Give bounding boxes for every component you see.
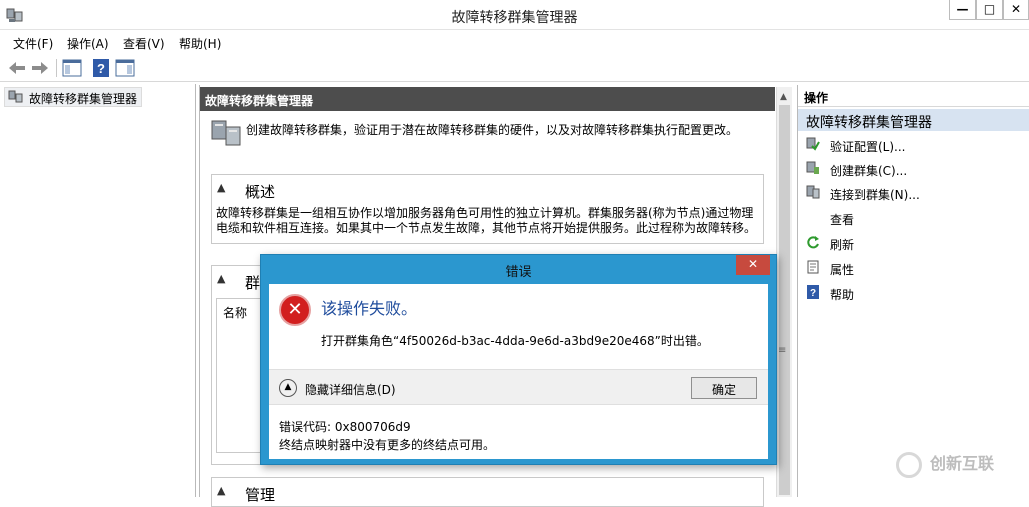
menu-file[interactable]: 文件(F): [13, 35, 53, 52]
minimize-icon: —: [956, 2, 969, 16]
overview-label: 概述: [245, 183, 276, 201]
svg-text:?: ?: [97, 61, 105, 76]
overview-section: ▲ 概述 故障转移群集是一组相互协作以增加服务器角色可用性的独立计算机。群集服务…: [211, 174, 764, 244]
hide-details-toggle[interactable]: 隐藏详细信息(D): [305, 381, 396, 398]
toolbar: ?: [0, 54, 1029, 82]
actions-header: 操作: [798, 85, 1029, 107]
overview-header[interactable]: ▲ 概述: [212, 175, 763, 203]
menu-action[interactable]: 操作(A): [67, 35, 109, 52]
intro-text: 创建故障转移群集，验证用于潜在故障转移群集的硬件，以及对故障转移群集执行配置更改…: [246, 123, 739, 137]
maximize-button[interactable]: □: [976, 0, 1003, 20]
error-code: 错误代码: 0x800706d9: [279, 420, 411, 434]
error-icon: ✕: [279, 294, 311, 326]
back-arrow-icon[interactable]: [6, 57, 28, 79]
error-description: 终结点映射器中没有更多的终结点可用。: [279, 438, 496, 452]
watermark-text: 创新互联: [930, 454, 995, 473]
cluster-manager-icon: [8, 90, 23, 103]
manage-section: ▲ 管理: [211, 477, 764, 507]
action-validate[interactable]: 验证配置(L)...: [830, 138, 906, 155]
properties-icon: [807, 260, 819, 274]
connect-cluster-icon: [806, 185, 820, 199]
help-icon[interactable]: ?: [90, 57, 112, 79]
cluster-server-icon: [211, 120, 241, 146]
error-dialog: 错误 ✕ ✕ 该操作失败。 打开群集角色“4f50026d-b3ac-4dda-…: [260, 254, 777, 465]
collapse-chevron-icon[interactable]: ▲: [217, 181, 225, 194]
ok-button[interactable]: 确定: [691, 377, 757, 399]
action-properties[interactable]: 属性: [830, 261, 854, 278]
menu-bar: 文件(F) 操作(A) 查看(V) 帮助(H): [0, 31, 1029, 53]
tree-item-cluster-manager[interactable]: 故障转移群集管理器: [4, 87, 143, 107]
minimize-button[interactable]: —: [949, 0, 976, 20]
close-button[interactable]: ✕: [1003, 0, 1029, 20]
center-header: 故障转移群集管理器: [200, 87, 775, 111]
dialog-close-button[interactable]: ✕: [736, 255, 770, 275]
maximize-icon: □: [983, 2, 996, 16]
scroll-up-icon[interactable]: ▲: [780, 92, 787, 102]
scroll-thumb[interactable]: [779, 105, 790, 495]
watermark-logo-icon: [896, 452, 922, 478]
overview-text: 故障转移群集是一组相互协作以增加服务器角色可用性的独立计算机。群集服务器(称为节…: [216, 206, 757, 235]
console-tree-icon[interactable]: [61, 57, 83, 79]
action-connect-cluster[interactable]: 连接到群集(N)...: [830, 186, 920, 203]
tree-item-label: 故障转移群集管理器: [29, 92, 138, 106]
validate-icon: [806, 137, 820, 151]
console-tree: 故障转移群集管理器: [0, 84, 196, 497]
actions-subheader[interactable]: 故障转移群集管理器: [798, 109, 1029, 131]
title-bar: 故障转移群集管理器 — □ ✕: [0, 0, 1029, 30]
collapse-chevron-icon[interactable]: ▲: [217, 484, 225, 497]
dialog-title: 错误: [505, 265, 532, 280]
main-window: 故障转移群集管理器 — □ ✕ 文件(F) 操作(A) 查看(V) 帮助(H) …: [0, 0, 1029, 507]
chevron-up-icon[interactable]: ▲: [279, 379, 297, 397]
forward-arrow-icon[interactable]: [29, 57, 51, 79]
manage-label: 管理: [245, 486, 276, 504]
action-refresh[interactable]: 刷新: [830, 236, 854, 253]
dialog-body: ✕ 该操作失败。 打开群集角色“4f50026d-b3ac-4dda-9e6d-…: [269, 284, 768, 459]
action-help[interactable]: 帮助: [830, 286, 854, 303]
center-scrollbar[interactable]: ▲ ≡: [776, 87, 792, 497]
clusters-label: 群: [245, 274, 261, 292]
error-main-message: 该操作失败。: [321, 299, 418, 318]
scroll-grip-icon: ≡: [778, 345, 787, 356]
collapse-chevron-icon[interactable]: ▲: [217, 272, 225, 285]
create-cluster-icon: [806, 161, 819, 174]
action-create-cluster[interactable]: 创建群集(C)...: [830, 162, 907, 179]
refresh-icon: [807, 236, 819, 249]
dialog-button-bar: ▲ 隐藏详细信息(D) 确定: [269, 369, 768, 405]
toolbar-separator: [56, 59, 57, 77]
manage-header[interactable]: ▲ 管理: [212, 478, 763, 506]
column-header-name[interactable]: 名称: [223, 304, 247, 321]
action-pane-icon[interactable]: [114, 57, 136, 79]
actions-pane: 操作 故障转移群集管理器 验证配置(L)... 创建群集(C)... 连接到群集…: [797, 85, 1029, 497]
help-icon: ?: [807, 285, 819, 299]
svg-text:?: ?: [810, 288, 816, 299]
action-view[interactable]: 查看: [830, 211, 854, 228]
window-title: 故障转移群集管理器: [451, 10, 578, 26]
menu-view[interactable]: 查看(V): [123, 35, 165, 52]
error-detail: 打开群集角色“4f50026d-b3ac-4dda-9e6d-a3bd9e20e…: [321, 334, 709, 348]
close-icon: ✕: [1010, 2, 1022, 16]
menu-help[interactable]: 帮助(H): [179, 35, 221, 52]
